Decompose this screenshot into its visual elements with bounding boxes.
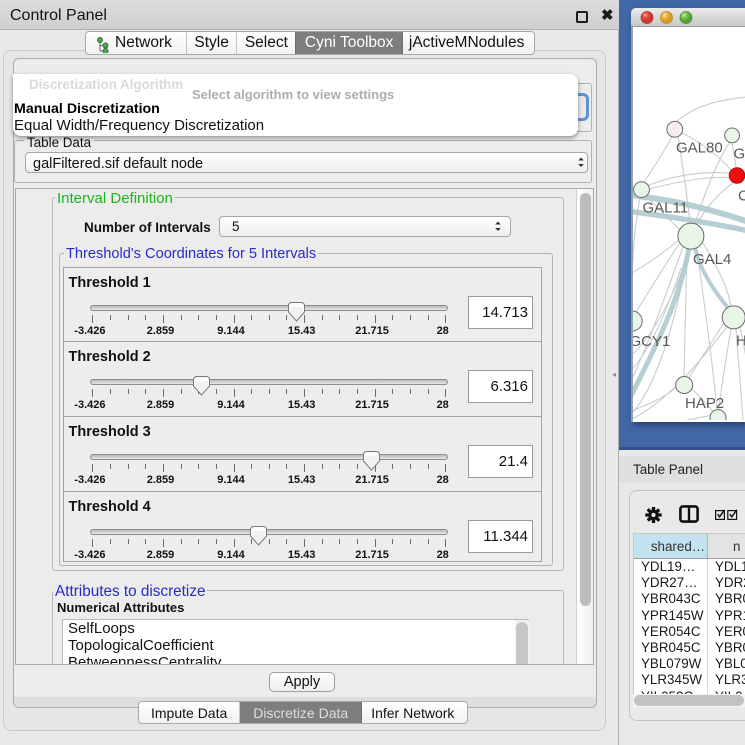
svg-text:GCY1: GCY1 [633,333,670,350]
svg-text:GAL11: GAL11 [643,200,689,217]
svg-text:GAL80: GAL80 [676,140,723,157]
svg-text:H: H [736,333,745,350]
svg-text:HAP2: HAP2 [685,395,724,412]
svg-text:G: G [734,146,745,163]
svg-text:GAL4: GAL4 [693,251,731,268]
svg-text:C: C [738,188,745,205]
